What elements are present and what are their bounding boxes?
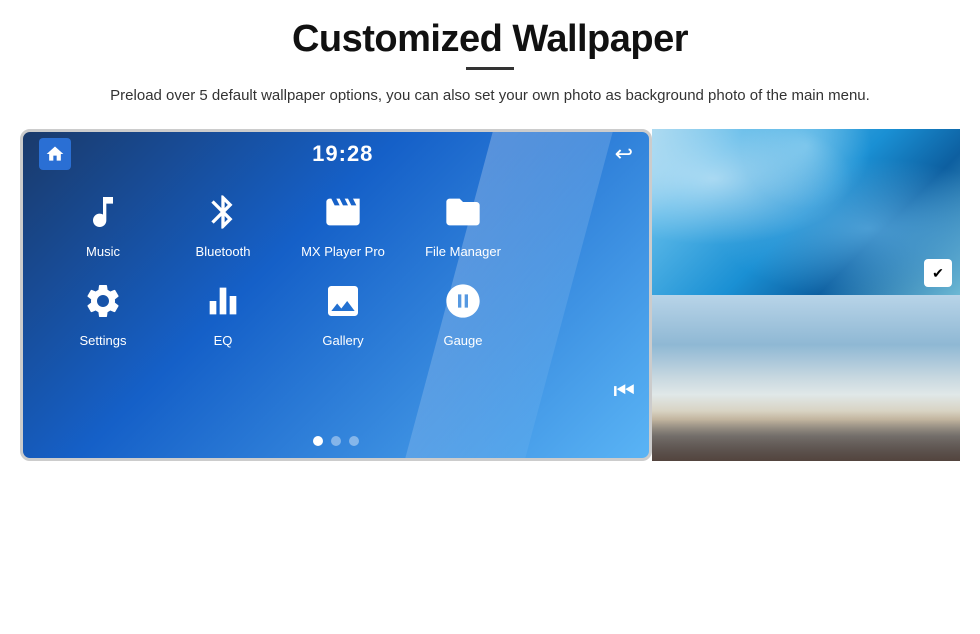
app-filemanager[interactable]: File Manager [403,186,523,259]
screen-topbar: 19:28 ↩ [23,132,649,176]
mxplayer-label: MX Player Pro [301,244,385,259]
app-settings[interactable]: Settings [43,275,163,348]
screen-icons-row1: Music Bluetooth MX Player Pr [43,176,629,259]
app-mxplayer[interactable]: MX Player Pro [283,186,403,259]
thumbnail-ice-cave[interactable]: ✔ [652,129,960,295]
dot-2[interactable] [331,436,341,446]
dot-3[interactable] [349,436,359,446]
gallery-icon [317,275,369,327]
folder-icon [437,186,489,238]
media-prev-icon[interactable]: ⏮ [613,378,635,406]
filemanager-label: File Manager [425,244,501,259]
screen-dots [313,436,359,446]
home-icon[interactable] [39,138,71,170]
eq-icon [197,275,249,327]
bookmark-badge: ✔ [924,259,952,287]
app-eq[interactable]: EQ [163,275,283,348]
ice-cave-overlay [652,129,960,295]
bridge-overlay [652,411,960,461]
content-area: 19:28 ↩ Music [20,129,960,461]
gallery-label: Gallery [322,333,363,348]
music-icon [77,186,129,238]
app-music[interactable]: Music [43,186,163,259]
eq-label: EQ [214,333,233,348]
dot-1[interactable] [313,436,323,446]
settings-label: Settings [80,333,127,348]
music-label: Music [86,244,120,259]
screen-icons-section: Music Bluetooth MX Player Pr [23,176,649,348]
gauge-icon [437,275,489,327]
screen-clock: 19:28 [312,141,373,167]
bluetooth-label: Bluetooth [196,244,251,259]
screen-icons-row2: Settings EQ Gallery [43,265,629,348]
page-title: Customized Wallpaper [292,18,688,61]
app-gauge[interactable]: Gauge [403,275,523,348]
back-icon[interactable]: ↩ [615,141,633,167]
page-subtitle: Preload over 5 default wallpaper options… [110,84,870,107]
car-screen: 19:28 ↩ Music [20,129,652,461]
thumbnail-golden-gate[interactable] [652,295,960,461]
app-bluetooth[interactable]: Bluetooth [163,186,283,259]
video-icon [317,186,369,238]
bluetooth-icon [197,186,249,238]
settings-icon [77,275,129,327]
thumbnails-column: ✔ [652,129,960,461]
app-gallery[interactable]: Gallery [283,275,403,348]
title-divider [466,67,514,70]
gauge-label: Gauge [443,333,482,348]
